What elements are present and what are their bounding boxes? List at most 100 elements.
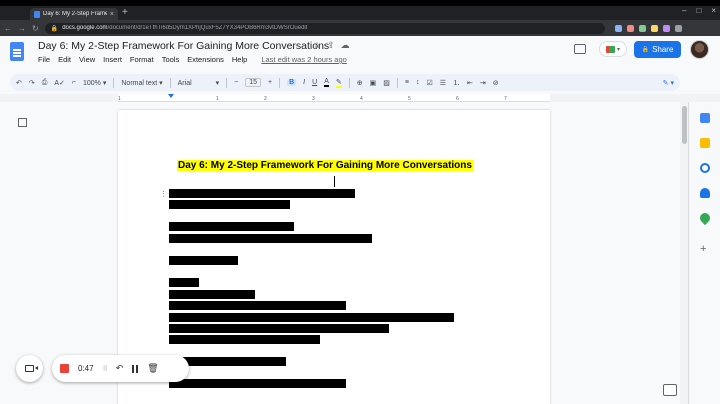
paint-format-icon[interactable]: ⌐: [72, 79, 76, 86]
move-icon[interactable]: ⇪: [327, 40, 335, 51]
checklist-icon[interactable]: ☑: [426, 79, 432, 87]
tab-close-icon[interactable]: ×: [110, 11, 114, 18]
style-value: Normal text: [121, 79, 158, 87]
redacted-line: [169, 200, 290, 209]
document-heading[interactable]: Day 6: My 2-Step Framework For Gaining M…: [177, 160, 473, 171]
stop-recording-button[interactable]: [60, 364, 69, 373]
camera-toggle-button[interactable]: [16, 355, 43, 382]
new-tab-button[interactable]: +: [122, 7, 128, 18]
drag-handle-icon[interactable]: ⋮: [160, 190, 167, 198]
contacts-icon[interactable]: [700, 188, 710, 198]
menu-insert[interactable]: Insert: [103, 55, 122, 64]
redo-icon[interactable]: ↷: [29, 79, 35, 87]
scrollbar-thumb[interactable]: [682, 106, 687, 144]
puzzle-icon[interactable]: [674, 24, 682, 32]
font-size-increase[interactable]: +: [268, 79, 272, 86]
menu-extensions[interactable]: Extensions: [187, 55, 224, 64]
tasks-icon[interactable]: [700, 163, 710, 173]
decrease-indent-icon[interactable]: ⇤: [467, 79, 473, 87]
clear-formatting-icon[interactable]: ⊘: [493, 79, 499, 87]
menu-file[interactable]: File: [38, 55, 50, 64]
lock-icon[interactable]: 🔒: [51, 25, 58, 32]
meet-icon: [605, 45, 615, 53]
style-select[interactable]: Normal text ▾: [121, 79, 162, 87]
italic-button[interactable]: I: [303, 79, 305, 86]
last-edit-link[interactable]: Last edit was 2 hours ago: [261, 55, 346, 64]
add-comment-icon[interactable]: ▣: [370, 79, 377, 87]
share-button[interactable]: 🔒 Share: [634, 41, 681, 58]
divider: [113, 77, 115, 88]
zoom-select[interactable]: 100% ▾: [83, 79, 106, 87]
reload-icon[interactable]: ↻: [32, 24, 39, 33]
extension-icon[interactable]: [650, 24, 658, 32]
divider: [226, 77, 228, 88]
menu-format[interactable]: Format: [130, 55, 154, 64]
vertical-scrollbar[interactable]: [680, 102, 688, 404]
spellcheck-icon[interactable]: A✓: [54, 79, 65, 87]
undo-icon[interactable]: ↶: [16, 79, 22, 87]
font-size-input[interactable]: 15: [245, 78, 262, 87]
expand-icon[interactable]: [663, 384, 677, 396]
align-icon[interactable]: ≡: [405, 79, 409, 86]
extension-icon[interactable]: [614, 24, 622, 32]
extension-icon[interactable]: [626, 24, 634, 32]
document-outline-icon[interactable]: [18, 118, 27, 127]
menu-edit[interactable]: Edit: [58, 55, 71, 64]
trash-icon[interactable]: 🗑: [147, 363, 158, 374]
browser-tab[interactable]: Day 6: My 2-Step Framework ×: [30, 8, 118, 20]
menu-help[interactable]: Help: [232, 55, 247, 64]
increase-indent-icon[interactable]: ⇥: [480, 79, 486, 87]
lock-icon: 🔒: [641, 47, 650, 53]
drag-handle-icon[interactable]: ⠿: [103, 365, 108, 373]
menu-view[interactable]: View: [79, 55, 95, 64]
docs-header: Day 6: My 2-Step Framework For Gaining M…: [0, 36, 720, 74]
add-addon-icon[interactable]: +: [700, 243, 706, 255]
redacted-line: [169, 379, 346, 388]
image-icon[interactable]: ▨: [383, 79, 390, 87]
extension-icon[interactable]: [638, 24, 646, 32]
line-spacing-icon[interactable]: ↕: [416, 79, 420, 86]
avatar[interactable]: [690, 40, 709, 59]
numbered-list-icon[interactable]: ⒈: [453, 78, 460, 88]
underline-button[interactable]: U: [312, 79, 317, 86]
indent-marker-icon[interactable]: [168, 94, 174, 98]
url-path: /document/d/1eTfhTi6d5Dym1XPhjQuxF5Z7YX3…: [107, 25, 308, 31]
star-icon[interactable]: ☆: [313, 40, 321, 51]
bold-button[interactable]: B: [287, 79, 297, 86]
ruler[interactable]: 1 1 2 3 4 5 6 7: [118, 94, 550, 102]
docs-favicon-icon: [34, 10, 40, 18]
calendar-icon[interactable]: [700, 113, 710, 123]
restart-icon[interactable]: ↶: [116, 363, 124, 374]
address-bar[interactable]: 🔒 docs.google.com/document/d/1eTfhTi6d5D…: [44, 22, 605, 34]
link-icon[interactable]: ⊕: [357, 79, 363, 87]
editing-mode-button[interactable]: ✎ ▾: [663, 79, 674, 87]
keep-icon[interactable]: [700, 138, 710, 148]
print-icon[interactable]: ⎙: [42, 79, 48, 87]
redacted-line: [169, 324, 389, 333]
minimize-button[interactable]: –: [682, 6, 686, 15]
cloud-status-icon[interactable]: ☁: [341, 40, 350, 51]
font-size-decrease[interactable]: −: [234, 79, 238, 86]
address-row: ← → ↻ 🔒 docs.google.com/document/d/1eTfh…: [0, 20, 720, 36]
comment-history-icon[interactable]: [574, 44, 586, 54]
close-window-button[interactable]: ×: [711, 6, 716, 15]
text-color-button[interactable]: A: [324, 78, 329, 87]
menu-tools[interactable]: Tools: [162, 55, 180, 64]
extension-icon[interactable]: [662, 24, 670, 32]
meet-button[interactable]: ▾: [599, 41, 627, 57]
pause-button[interactable]: [132, 364, 139, 373]
highlight-icon[interactable]: ✎: [335, 78, 342, 88]
docs-logo-icon[interactable]: [10, 42, 24, 61]
font-select[interactable]: Arial ▾: [178, 79, 219, 87]
document-title[interactable]: Day 6: My 2-Step Framework For Gaining M…: [38, 40, 329, 52]
url-text: docs.google.com/document/d/1eTfhTi6d5Dym…: [62, 25, 307, 31]
chevron-down-icon: ▾: [159, 79, 163, 87]
tab-strip: Day 6: My 2-Step Framework × + – □ ×: [0, 6, 720, 20]
maximize-button[interactable]: □: [696, 6, 701, 15]
window-controls: – □ ×: [682, 6, 716, 15]
forward-icon[interactable]: →: [18, 24, 26, 33]
back-icon[interactable]: ←: [4, 24, 12, 33]
bulleted-list-icon[interactable]: ☰: [440, 79, 446, 87]
maps-icon[interactable]: [697, 210, 713, 226]
redacted-line: [169, 234, 372, 243]
